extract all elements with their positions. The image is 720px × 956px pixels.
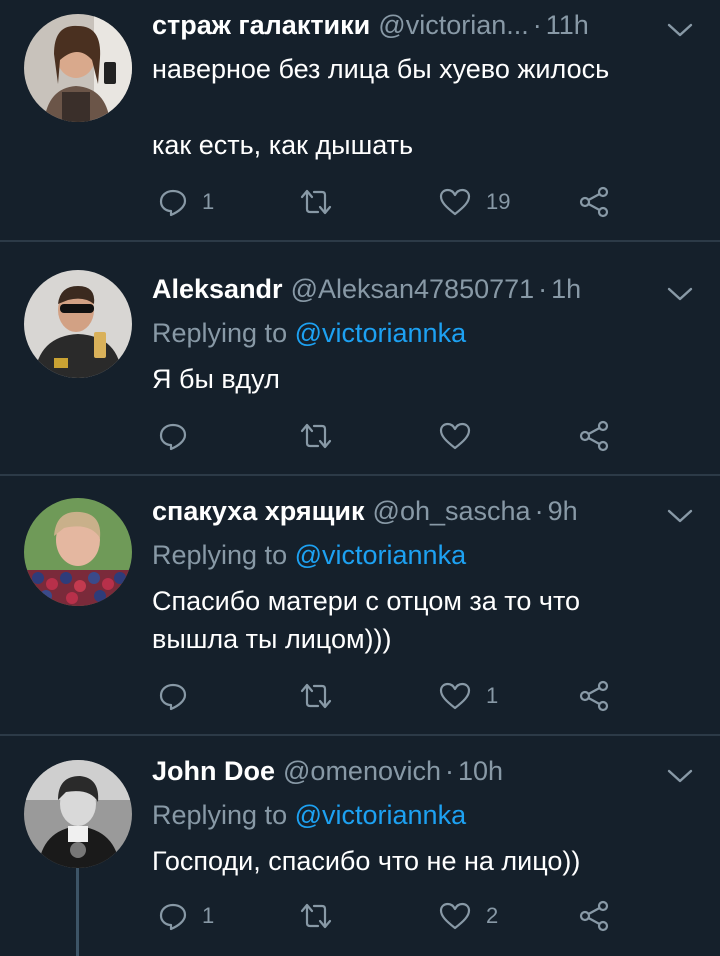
avatar[interactable] [24, 498, 132, 606]
display-name[interactable]: John Doe [152, 756, 275, 787]
thread-connector [76, 868, 79, 956]
tweet-text-line: вышла ты лицом))) [152, 624, 392, 654]
display-name[interactable]: спакуха хрящик [152, 496, 365, 527]
tweet-text-line: наверное без лица бы хуево жилось [152, 54, 610, 84]
replying-to: Replying to @victoriannka [152, 540, 466, 571]
separator-dot: · [534, 496, 544, 526]
divider [0, 240, 720, 242]
like-icon [439, 422, 471, 450]
tweet-header: Aleksandr @Aleksan47850771 · 1h [152, 274, 581, 314]
tweet-text-line: Господи, спасибо что не на лицо)) [152, 846, 581, 876]
share-button[interactable] [578, 416, 610, 456]
separator-dot: · [538, 274, 548, 304]
reply-button[interactable] [158, 676, 202, 716]
like-icon [439, 188, 471, 216]
like-button[interactable]: 1 [438, 676, 498, 716]
share-button[interactable] [578, 182, 610, 222]
timestamp[interactable]: 1h [551, 274, 581, 305]
mention-link[interactable]: @victoriannka [295, 540, 466, 570]
share-icon [579, 420, 609, 452]
chevron-down-icon[interactable] [666, 20, 694, 40]
username[interactable]: @victorian... [378, 10, 528, 41]
replying-to-label: Replying to [152, 318, 288, 348]
like-button[interactable]: 2 [438, 896, 498, 936]
like-count: 2 [486, 903, 499, 928]
avatar[interactable] [24, 270, 132, 378]
separator-dot: · [532, 10, 542, 40]
retweet-button[interactable] [298, 182, 348, 222]
reply-count: 1 [202, 189, 215, 214]
timestamp[interactable]: 9h [548, 496, 578, 527]
tweet[interactable]: спакуха хрящик @oh_sascha · 9h Replying … [0, 476, 720, 734]
username[interactable]: @Aleksan47850771 [291, 274, 535, 305]
tweet-header: спакуха хрящик @oh_sascha · 9h [152, 496, 578, 536]
username[interactable]: @oh_sascha [373, 496, 531, 527]
tweet[interactable]: John Doe @omenovich · 10h Replying to @v… [0, 736, 720, 956]
share-button[interactable] [578, 676, 610, 716]
like-button[interactable] [438, 416, 486, 456]
share-icon [579, 186, 609, 218]
chevron-down-icon[interactable] [666, 506, 694, 526]
timestamp[interactable]: 11h [546, 10, 589, 41]
tweet-actions: 1 19 [152, 182, 622, 222]
reply-icon [159, 683, 187, 711]
tweet-actions [152, 416, 622, 456]
retweet-icon [300, 189, 332, 215]
mention-link[interactable]: @victoriannka [295, 318, 466, 348]
chevron-down-icon[interactable] [666, 284, 694, 304]
like-icon [439, 902, 471, 930]
display-name[interactable]: страж галактики [152, 10, 370, 41]
reply-button[interactable]: 1 [158, 896, 214, 936]
reply-button[interactable] [158, 416, 202, 456]
retweet-button[interactable] [298, 896, 348, 936]
tweet-header: страж галактики @victorian... · 11h [152, 10, 589, 50]
avatar[interactable] [24, 14, 132, 122]
tweet-text-line: Спасибо матери с отцом за то что [152, 586, 581, 616]
like-count: 1 [486, 683, 499, 708]
reply-count: 1 [202, 903, 215, 928]
retweet-icon [300, 903, 332, 929]
username[interactable]: @omenovich [283, 756, 441, 787]
retweet-icon [300, 683, 332, 709]
like-icon [439, 682, 471, 710]
like-count: 19 [486, 189, 511, 214]
replying-to-label: Replying to [152, 800, 288, 830]
tweet-header: John Doe @omenovich · 10h [152, 756, 503, 796]
reply-button[interactable]: 1 [158, 182, 214, 222]
share-icon [579, 900, 609, 932]
reply-icon [159, 189, 187, 217]
tweet-actions: 1 [152, 676, 622, 716]
reply-icon [159, 423, 187, 451]
tweet-text-line: Я бы вдул [152, 364, 280, 394]
retweet-button[interactable] [298, 676, 348, 716]
mention-link[interactable]: @victoriannka [295, 800, 466, 830]
avatar[interactable] [24, 760, 132, 868]
retweet-icon [300, 423, 332, 449]
tweet-text-line: как есть, как дышать [152, 130, 414, 160]
share-icon [579, 680, 609, 712]
replying-to: Replying to @victoriannka [152, 318, 466, 349]
like-button[interactable]: 19 [438, 182, 510, 222]
retweet-button[interactable] [298, 416, 348, 456]
reply-icon [159, 903, 187, 931]
tweet-actions: 1 2 [152, 896, 622, 936]
timestamp[interactable]: 10h [458, 756, 503, 787]
display-name[interactable]: Aleksandr [152, 274, 283, 305]
tweet[interactable]: страж галактики @victorian... · 11h наве… [0, 0, 720, 240]
share-button[interactable] [578, 896, 610, 936]
separator-dot: · [445, 756, 454, 786]
replying-to: Replying to @victoriannka [152, 800, 466, 831]
replying-to-label: Replying to [152, 540, 288, 570]
chevron-down-icon[interactable] [666, 766, 694, 786]
tweet[interactable]: Aleksandr @Aleksan47850771 · 1h Replying… [0, 254, 720, 474]
